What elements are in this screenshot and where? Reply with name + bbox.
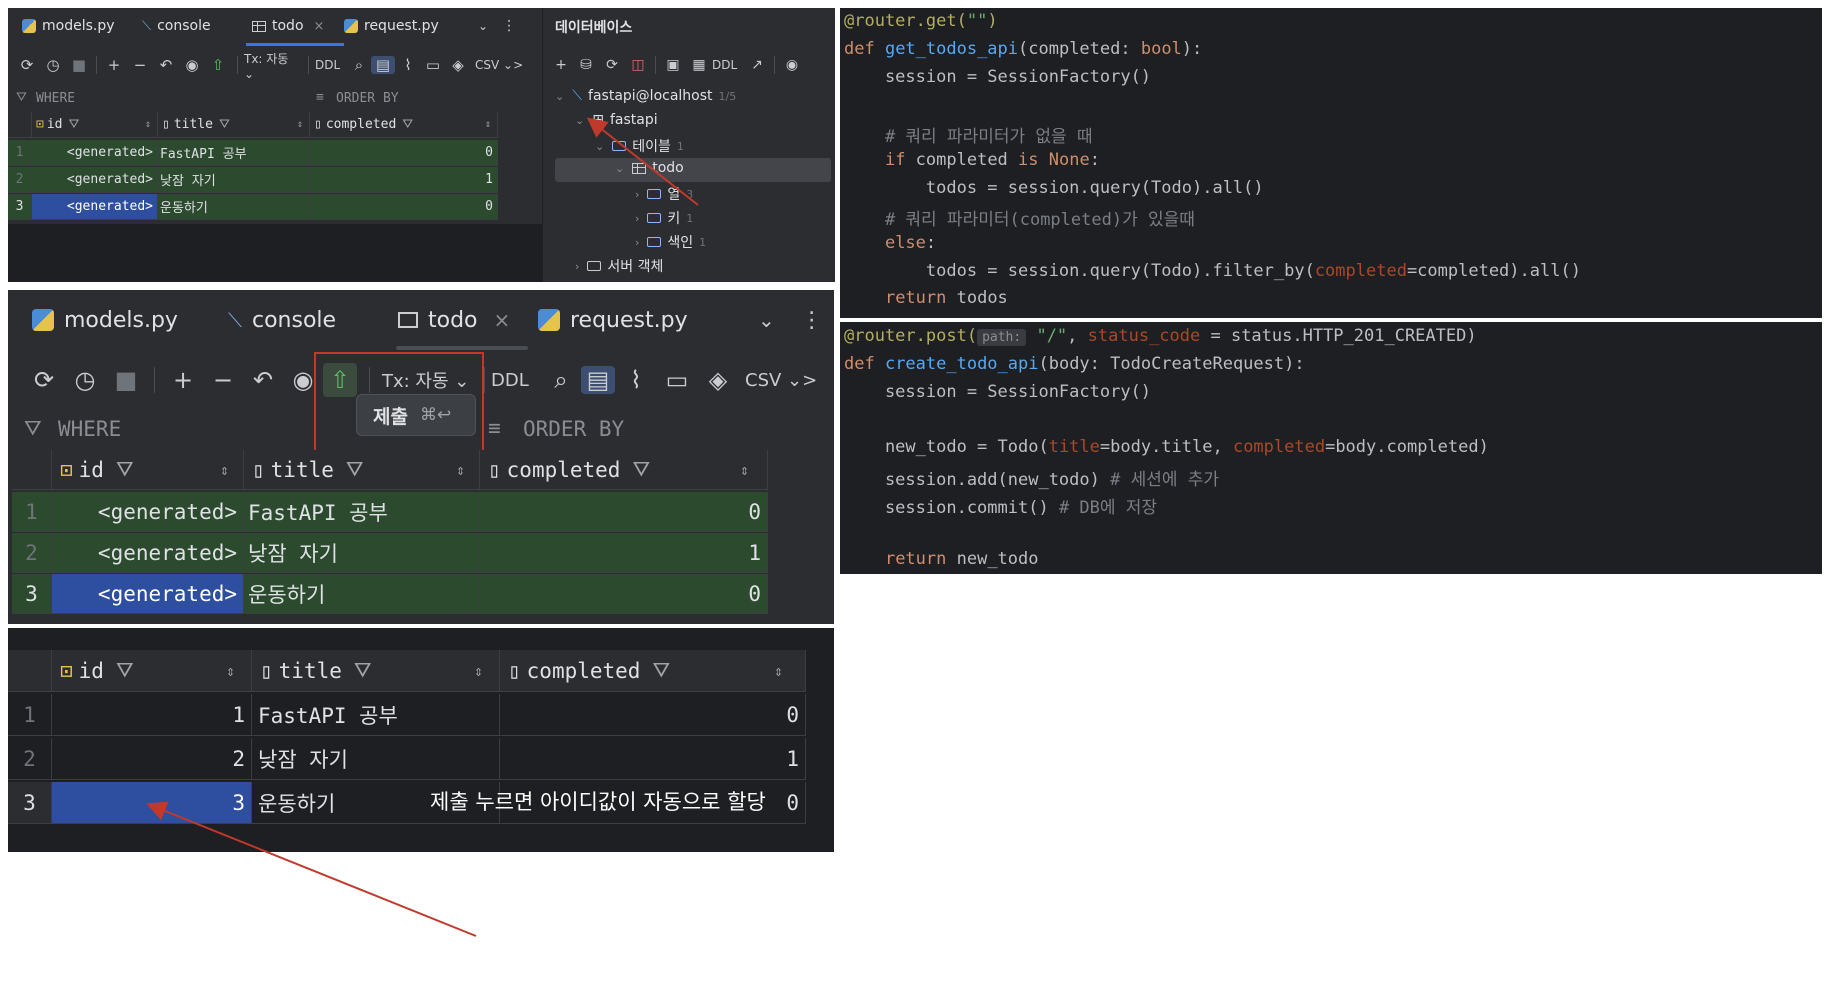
arrow-to-id-column: [146, 801, 477, 937]
annotation-arrows: [146, 117, 699, 937]
arrow-to-database-tree: [586, 117, 699, 206]
